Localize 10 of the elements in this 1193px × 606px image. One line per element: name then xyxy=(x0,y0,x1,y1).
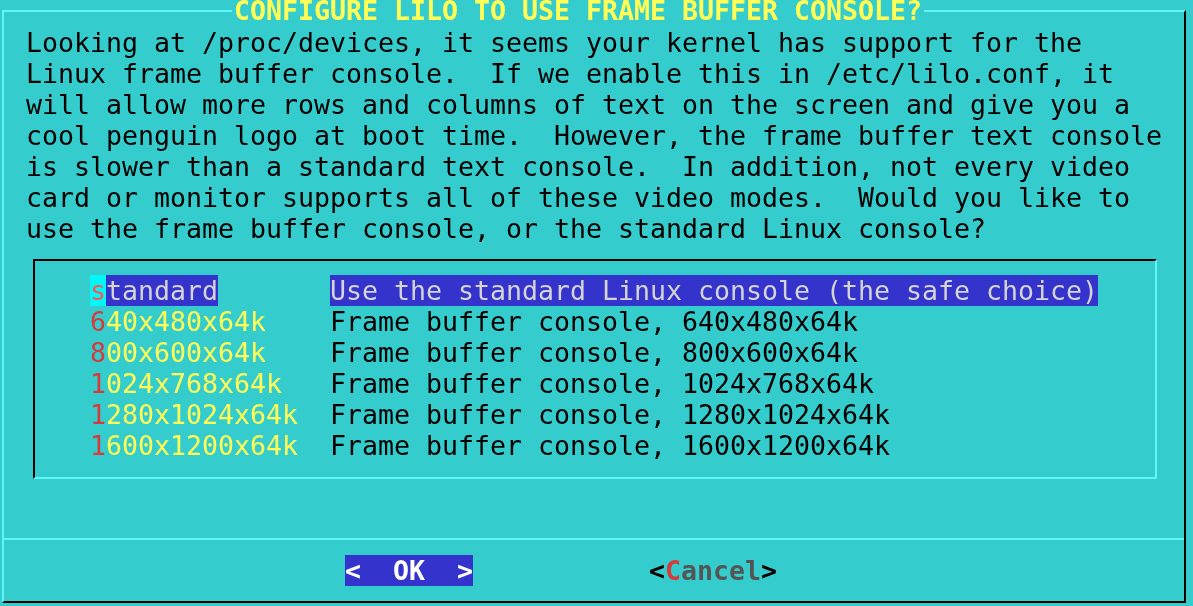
dialog-button[interactable]: <Cancel> xyxy=(649,554,777,586)
message-text: Looking at /proc/devices, it seems your kernel has support for the Linux frame buffer console. If we enable this in /etc/lilo.conf, it will allow more rows and columns of text on the screen and give you a cool penguin logo at boot time. However, the frame buffer text console is slower than a standard text console. In addition, not every video card or monitor supports all of these video modes. Would you like to use the frame buffer console, or the standard Linux console? xyxy=(26,27,1164,244)
menu-item-description[interactable]: Use the standard Linux console (the safe choice) xyxy=(330,275,1099,306)
dialog-button[interactable]: < OK > xyxy=(345,554,473,586)
menu-item-description[interactable]: Frame buffer console, 1024x768x64k xyxy=(330,368,875,399)
menu-item-description[interactable]: Frame buffer console, 1280x1024x64k xyxy=(330,399,891,430)
menu-item-description[interactable]: Frame buffer console, 800x600x64k xyxy=(330,337,859,368)
menu-item-description[interactable]: Frame buffer console, 640x480x64k xyxy=(330,306,859,337)
menu-item-description[interactable]: Frame buffer console, 1600x1200x64k xyxy=(330,430,891,461)
dialog-title: CONFIGURE LILO TO USE FRAME BUFFER CONSOLE? xyxy=(232,0,925,22)
